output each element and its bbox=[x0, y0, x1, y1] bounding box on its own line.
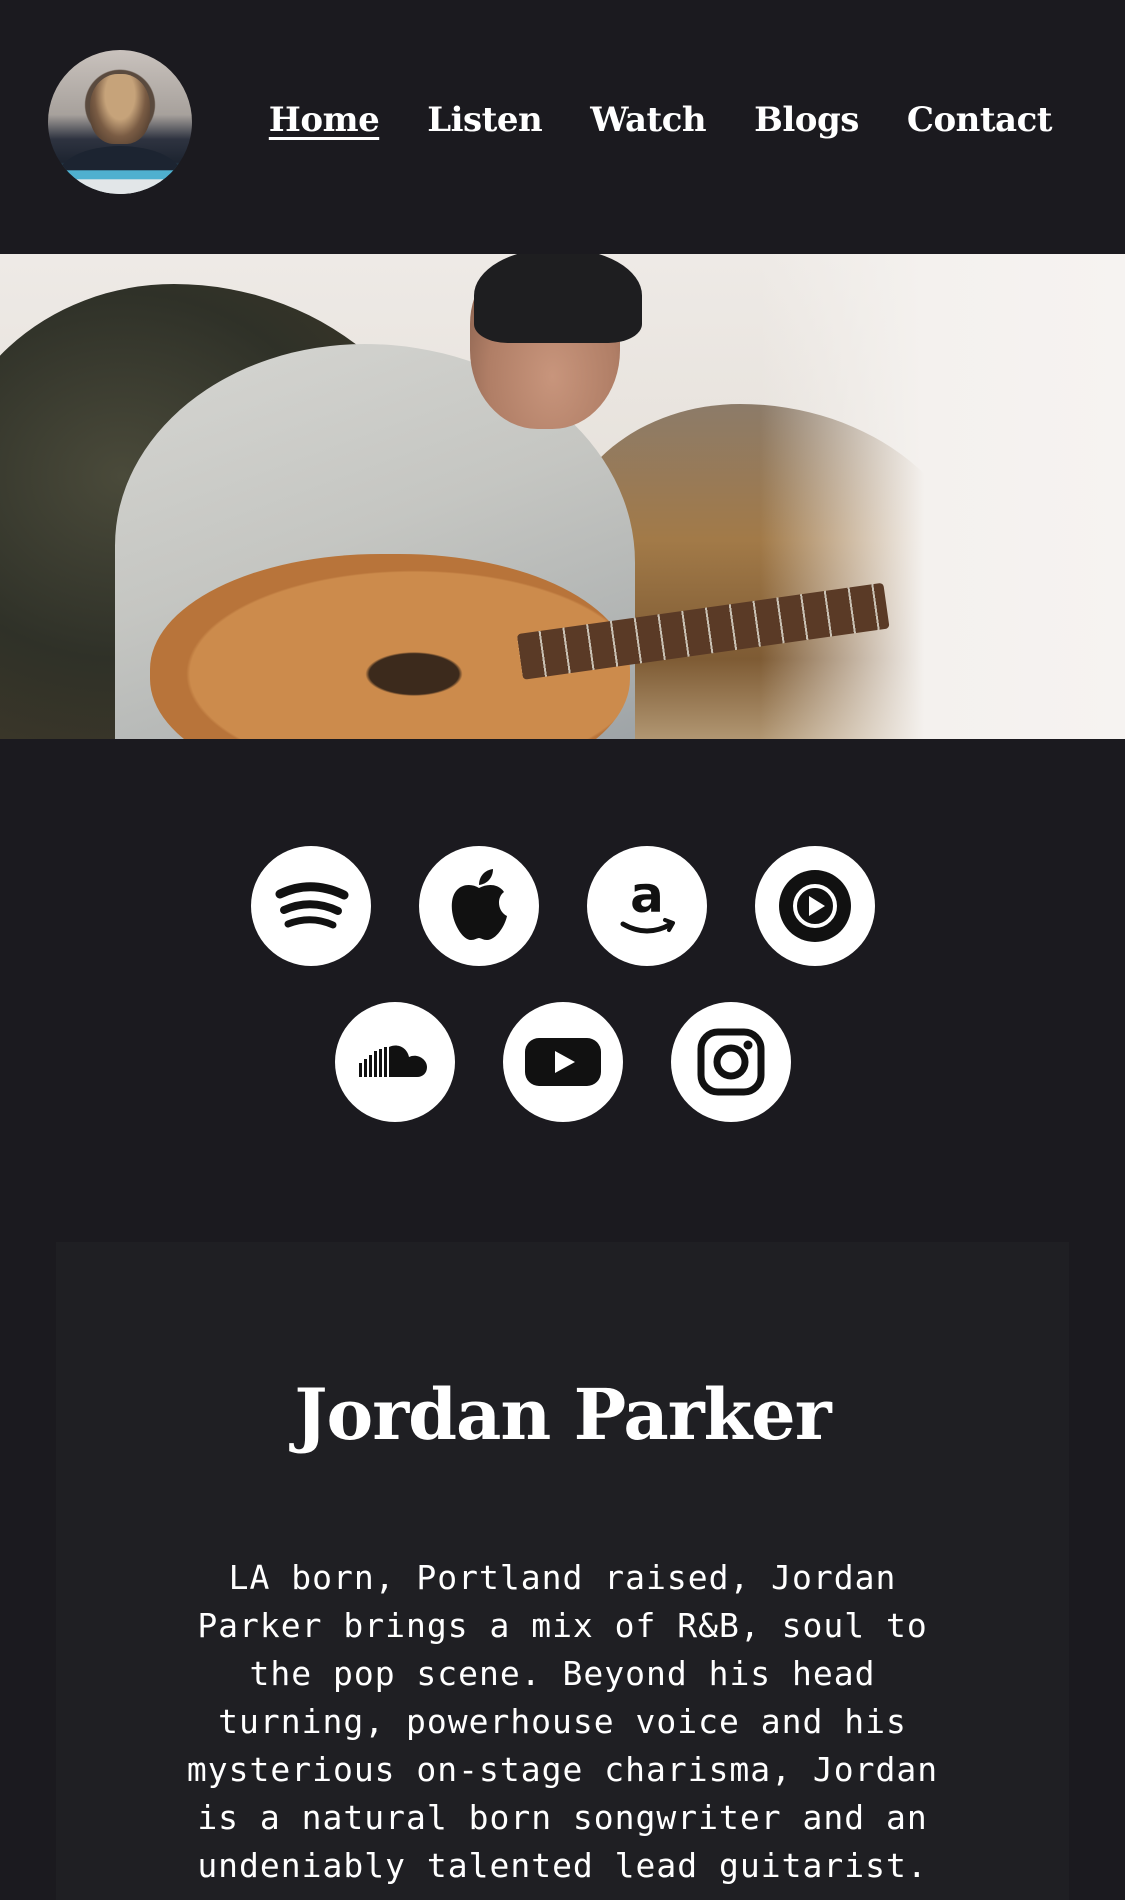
avatar-head bbox=[90, 74, 150, 144]
youtube-music-icon bbox=[778, 870, 851, 942]
main-nav: Home Listen Watch Blogs Contact bbox=[269, 96, 1053, 144]
youtube-icon bbox=[524, 1038, 601, 1086]
apple-music-link[interactable] bbox=[418, 846, 539, 966]
site-header: Home Listen Watch Blogs Contact bbox=[0, 0, 1125, 254]
amazon-music-link[interactable]: a bbox=[586, 846, 707, 966]
nav-watch[interactable]: Watch bbox=[590, 96, 706, 144]
soundcloud-link[interactable] bbox=[334, 1002, 455, 1122]
social-links: a bbox=[0, 846, 1125, 1158]
nav-home[interactable]: Home bbox=[269, 96, 380, 144]
nav-contact[interactable]: Contact bbox=[907, 96, 1053, 144]
hero-beanie bbox=[474, 254, 642, 343]
instagram-link[interactable] bbox=[670, 1002, 791, 1122]
hero-image bbox=[0, 254, 1125, 739]
nav-blogs[interactable]: Blogs bbox=[754, 96, 859, 144]
social-row-2 bbox=[0, 1002, 1125, 1122]
artist-avatar[interactable] bbox=[48, 50, 192, 194]
svg-text:a: a bbox=[630, 866, 664, 924]
about-card: Jordan Parker LA born, Portland raised, … bbox=[56, 1242, 1069, 1900]
artist-bio: LA born, Portland raised, Jordan Parker … bbox=[186, 1558, 939, 1885]
youtube-link[interactable] bbox=[502, 1002, 623, 1122]
spotify-link[interactable] bbox=[250, 846, 371, 966]
youtube-music-link[interactable] bbox=[754, 846, 875, 966]
nav-listen[interactable]: Listen bbox=[427, 96, 543, 144]
hero-fade bbox=[760, 254, 1125, 739]
spotify-icon bbox=[275, 882, 348, 929]
social-row-1: a bbox=[0, 846, 1125, 966]
amazon-icon: a bbox=[620, 866, 675, 934]
artist-name: Jordan Parker bbox=[294, 1373, 831, 1456]
instagram-icon bbox=[697, 1028, 764, 1096]
avatar-body bbox=[58, 146, 182, 194]
apple-icon bbox=[451, 869, 507, 940]
soundcloud-icon bbox=[358, 1045, 427, 1077]
